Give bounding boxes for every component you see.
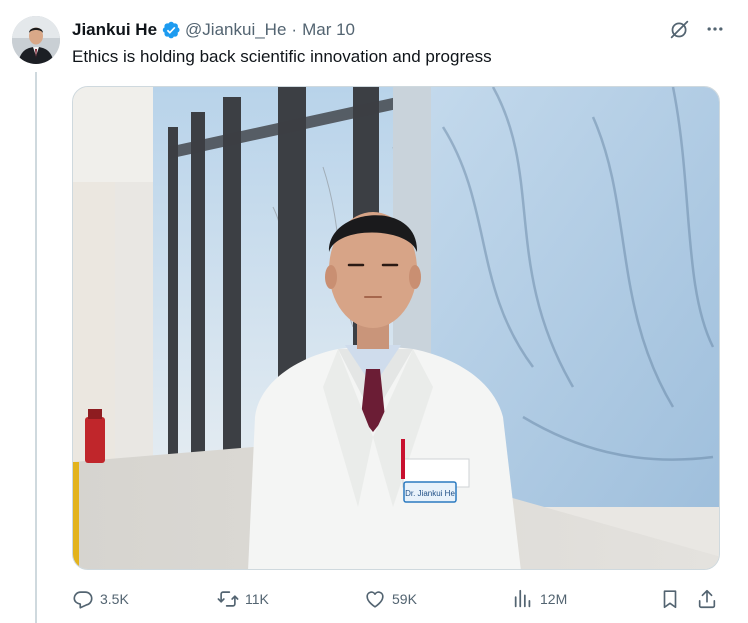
views-count: 12M bbox=[540, 591, 568, 607]
reply-button[interactable]: 3.5K bbox=[72, 586, 129, 612]
views-icon bbox=[514, 589, 531, 608]
more-icon[interactable] bbox=[704, 18, 726, 40]
bookmark-icon bbox=[663, 590, 677, 609]
tweet[interactable]: Jiankui He @Jiankui_He · Mar 10 Ethics i… bbox=[0, 0, 748, 623]
tweet-header: Jiankui He @Jiankui_He · Mar 10 bbox=[72, 18, 355, 42]
separator: · bbox=[291, 20, 298, 39]
display-name[interactable]: Jiankui He bbox=[72, 20, 157, 40]
tweet-photo[interactable]: Dr. Jiankui He bbox=[72, 86, 720, 570]
timestamp[interactable]: Mar 10 bbox=[302, 20, 355, 40]
like-button[interactable]: 59K bbox=[364, 586, 417, 612]
retweet-icon bbox=[217, 591, 239, 607]
verified-badge-icon[interactable] bbox=[161, 20, 181, 40]
like-count: 59K bbox=[392, 591, 417, 607]
top-actions bbox=[668, 18, 726, 40]
share-button[interactable] bbox=[696, 586, 718, 612]
reply-icon bbox=[73, 591, 93, 609]
name-badge-text: Dr. Jiankui He bbox=[405, 489, 455, 498]
share-icon bbox=[698, 589, 716, 609]
heart-icon bbox=[366, 591, 384, 608]
retweet-count: 11K bbox=[245, 591, 269, 607]
tweet-text: Ethics is holding back scientific innova… bbox=[72, 47, 492, 66]
reply-count: 3.5K bbox=[100, 591, 129, 607]
thread-line bbox=[35, 72, 37, 623]
views-button[interactable]: 12M bbox=[512, 586, 567, 612]
retweet-button[interactable]: 11K bbox=[217, 586, 269, 612]
bookmark-button[interactable] bbox=[659, 586, 681, 612]
action-bar: 3.5K 11K 59K 12M bbox=[72, 586, 720, 612]
grok-icon[interactable] bbox=[668, 18, 690, 40]
avatar[interactable] bbox=[12, 16, 60, 64]
handle[interactable]: @Jiankui_He bbox=[185, 20, 286, 40]
